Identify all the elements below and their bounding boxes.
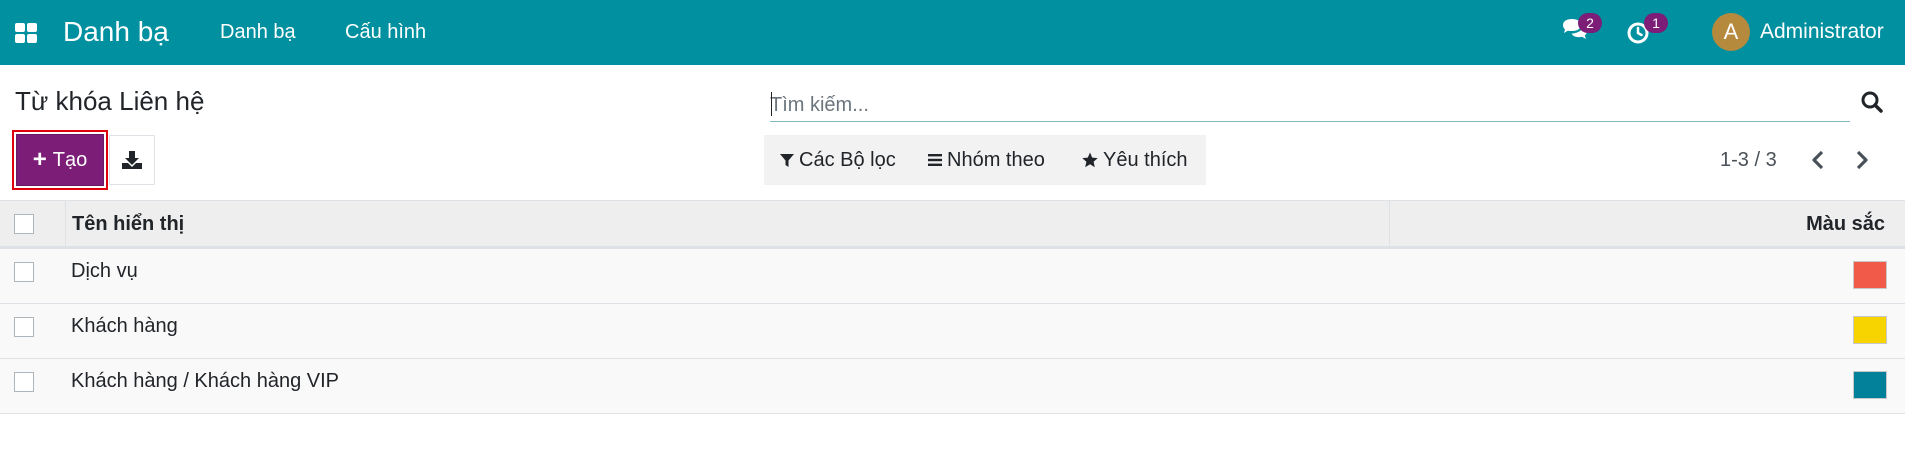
apps-grid-icon[interactable] xyxy=(14,20,40,46)
page-title: Từ khóa Liên hệ xyxy=(15,86,205,116)
messages-count-badge: 2 xyxy=(1578,13,1602,33)
chevron-right-icon xyxy=(1856,150,1868,170)
group-by-label: Nhóm theo xyxy=(947,148,1045,171)
color-swatch xyxy=(1853,261,1887,289)
app-brand[interactable]: Danh bạ xyxy=(63,14,169,50)
search-bar xyxy=(770,88,1850,122)
table-row[interactable]: Dịch vụ xyxy=(0,249,1905,304)
tag-name: Dịch vụ xyxy=(71,260,138,282)
pager-previous-button[interactable] xyxy=(1806,146,1830,174)
activities-systray[interactable]: 1 xyxy=(1626,13,1668,47)
avatar: A xyxy=(1712,13,1750,51)
bars-icon xyxy=(928,154,942,166)
user-name: Administrator xyxy=(1760,20,1884,43)
filters-label: Các Bộ lọc xyxy=(799,148,896,171)
star-icon xyxy=(1082,152,1098,168)
table-header: Tên hiển thị Màu sắc xyxy=(0,200,1905,249)
table-row[interactable]: Khách hàng / Khách hàng VIP xyxy=(0,359,1905,414)
column-divider xyxy=(65,201,66,247)
row-checkbox[interactable] xyxy=(14,317,34,337)
color-swatch xyxy=(1853,316,1887,344)
filters-dropdown[interactable]: Các Bộ lọc xyxy=(780,135,896,185)
search-input[interactable] xyxy=(770,90,1790,120)
menu-item-contacts[interactable]: Danh bạ xyxy=(220,20,296,44)
row-checkbox[interactable] xyxy=(14,262,34,282)
create-button[interactable]: + Tạo xyxy=(16,134,104,186)
user-menu[interactable]: A Administrator xyxy=(1712,13,1884,51)
plus-icon: + xyxy=(32,146,47,173)
favorites-dropdown[interactable]: Yêu thích xyxy=(1082,135,1188,185)
filter-icon xyxy=(780,154,794,167)
messages-systray[interactable]: 2 xyxy=(1560,13,1602,47)
color-swatch xyxy=(1853,371,1887,399)
text-cursor xyxy=(771,92,772,116)
tag-name: Khách hàng xyxy=(71,315,178,337)
chevron-left-icon xyxy=(1812,150,1824,170)
pager-next-button[interactable] xyxy=(1850,146,1874,174)
download-icon xyxy=(122,151,142,169)
row-checkbox[interactable] xyxy=(14,372,34,392)
group-by-dropdown[interactable]: Nhóm theo xyxy=(928,135,1045,185)
column-divider xyxy=(1389,201,1390,247)
column-header-color[interactable]: Màu sắc xyxy=(1806,213,1885,236)
menu-item-configuration[interactable]: Cấu hình xyxy=(345,20,426,44)
column-header-display-name[interactable]: Tên hiển thị xyxy=(72,213,184,236)
table-row[interactable]: Khách hàng xyxy=(0,304,1905,359)
pager-value[interactable]: 1-3 / 3 xyxy=(1720,148,1777,172)
tag-name: Khách hàng / Khách hàng VIP xyxy=(71,370,339,392)
favorites-label: Yêu thích xyxy=(1103,148,1188,171)
activities-count-badge: 1 xyxy=(1644,13,1668,33)
export-button[interactable] xyxy=(109,135,155,185)
search-options-bar: Các Bộ lọc Nhóm theo Yêu thích xyxy=(764,135,1206,185)
main-navbar: Danh bạ Danh bạ Cấu hình 2 1 A Administr… xyxy=(0,0,1905,65)
create-button-label: Tạo xyxy=(52,148,88,171)
select-all-checkbox[interactable] xyxy=(14,214,34,234)
search-icon[interactable] xyxy=(1860,90,1884,114)
